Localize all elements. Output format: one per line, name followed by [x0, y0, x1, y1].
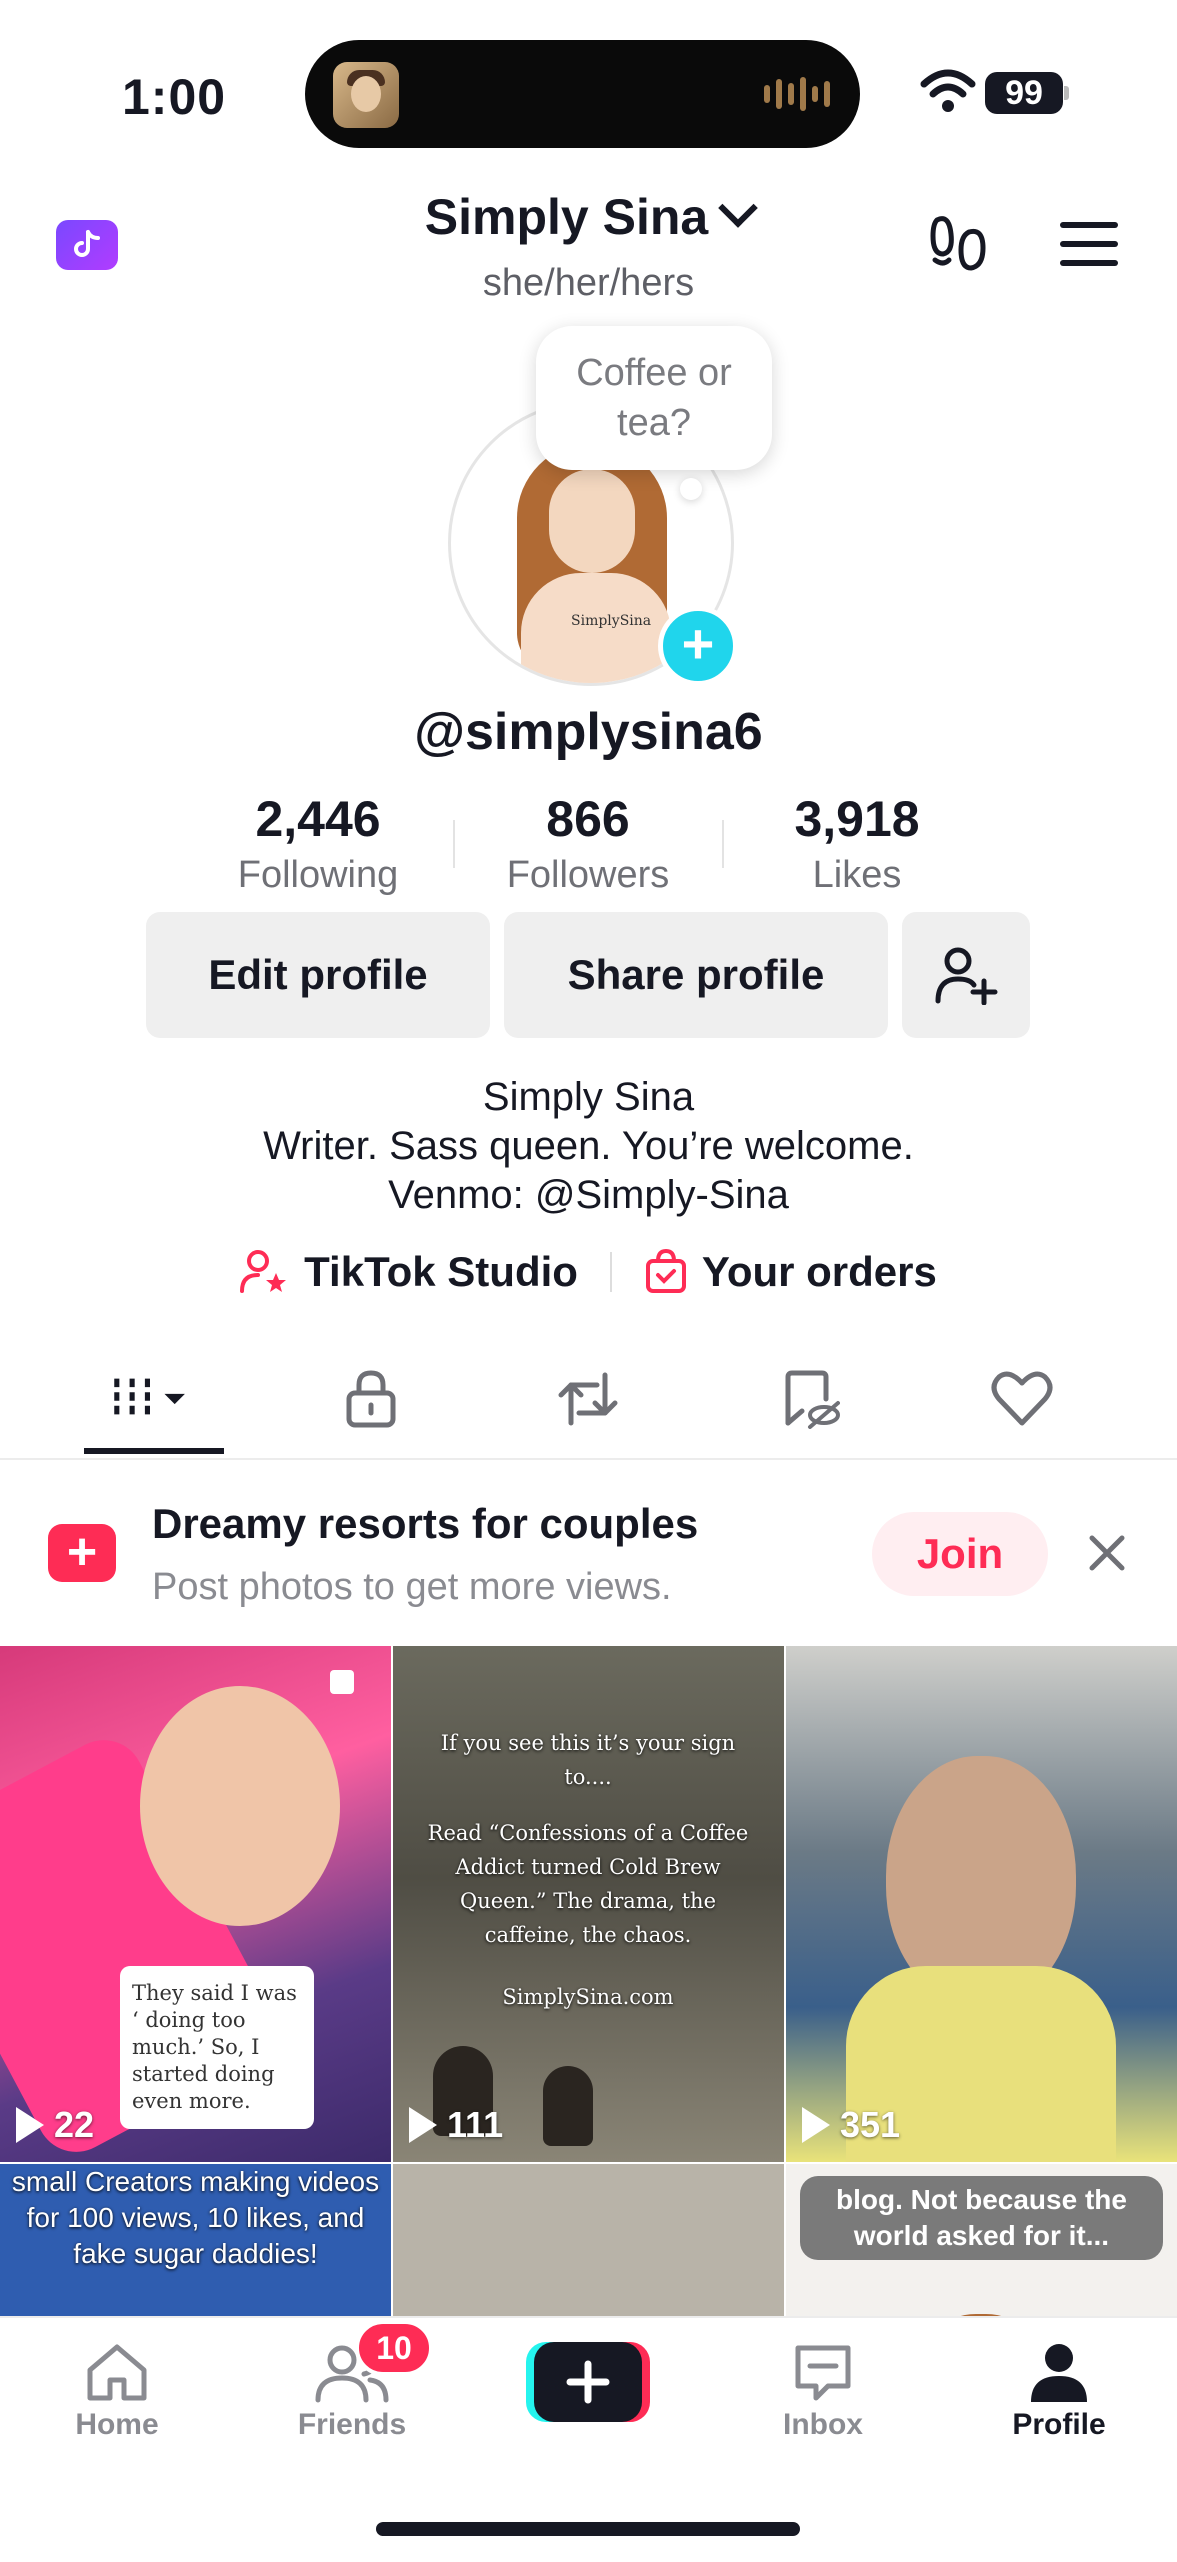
video-caption-site: SimplySina.com: [502, 1985, 674, 2009]
lock-icon: [346, 1370, 396, 1428]
post-plus-icon: +: [48, 1524, 116, 1582]
account-name: Simply Sina: [424, 189, 709, 245]
nav-friends-label: Friends: [297, 2408, 407, 2441]
tiktok-studio-label: TikTok Studio: [304, 1248, 578, 1295]
video-thumbnail[interactable]: They said I was ‘ doing too much.’ So, I…: [0, 1646, 391, 2162]
add-photo-plus-icon[interactable]: +: [658, 606, 738, 686]
video-caption-top: If you see this it’s your sign to....: [440, 1731, 736, 1789]
audio-waveform-icon: [764, 74, 830, 114]
view-count: 111: [409, 2104, 503, 2146]
tab-liked[interactable]: [982, 1364, 1062, 1434]
links-divider: [609, 1252, 612, 1292]
inbox-icon: [795, 2345, 851, 2401]
create-post-button[interactable]: [526, 2340, 650, 2424]
bio-line-description: Writer. Sass queen. You’re welcome.: [263, 1124, 914, 1168]
battery-indicator: 99: [985, 72, 1063, 114]
video-caption: small Creators making videos for 100 vie…: [11, 2166, 380, 2269]
profile-content-tabs: [0, 1348, 1177, 1460]
tab-videos[interactable]: [110, 1364, 190, 1434]
nav-home-label: Home: [75, 2408, 159, 2441]
views-value: 22: [54, 2104, 95, 2145]
video-caption: blog. Not because the world asked for it…: [800, 2176, 1163, 2260]
join-button[interactable]: Join: [872, 1512, 1048, 1596]
view-count: 351: [802, 2104, 900, 2146]
views-value: 351: [840, 2104, 901, 2145]
add-user-icon: [935, 947, 998, 1005]
tiktok-studio-link[interactable]: TikTok Studio: [240, 1248, 578, 1296]
account-switcher[interactable]: Simply Sina: [0, 188, 1177, 246]
stat-likes[interactable]: 3,918 Likes: [722, 790, 992, 897]
nav-inbox-label: Inbox: [783, 2408, 863, 2441]
now-playing-thumbnail: [333, 62, 399, 128]
shopping-bag-icon: [645, 1249, 686, 1293]
avatar-signature: SimplySina: [571, 613, 652, 629]
profile-links: TikTok Studio Your orders: [0, 1248, 1177, 1296]
views-value: 111: [447, 2104, 504, 2145]
footprints-icon[interactable]: [925, 210, 995, 280]
heart-icon: [991, 1371, 1053, 1426]
add-friends-button[interactable]: [902, 912, 1030, 1038]
profile-person-icon: [1031, 2344, 1087, 2402]
pronouns: she/her/hers: [482, 262, 695, 304]
nav-inbox[interactable]: Inbox: [743, 2338, 903, 2442]
chevron-down-icon: [718, 188, 759, 228]
likes-label: Likes: [812, 854, 902, 896]
play-icon: [409, 2107, 437, 2143]
dynamic-island[interactable]: [305, 40, 860, 148]
profile-handle: @simplysina6: [414, 703, 763, 761]
video-thumbnail[interactable]: If you see this it’s your sign to.... Re…: [393, 1646, 784, 2162]
share-profile-button[interactable]: Share profile: [504, 912, 888, 1038]
your-orders-link[interactable]: Your orders: [644, 1248, 937, 1296]
videos-grid-icon: [114, 1378, 185, 1420]
status-time: 1:00: [122, 69, 227, 125]
bubble-tail: [680, 478, 702, 500]
note-text: Coffee or tea?: [576, 352, 732, 444]
chess-piece: [543, 2066, 593, 2146]
following-label: Following: [237, 854, 399, 896]
nav-profile[interactable]: Profile: [979, 2338, 1139, 2442]
face: [140, 1686, 340, 1926]
video-thumbnail[interactable]: 351: [786, 1646, 1177, 2162]
tab-private[interactable]: [331, 1364, 411, 1434]
following-count: 2,446: [255, 791, 381, 847]
hamburger-menu-icon[interactable]: [1060, 222, 1118, 268]
followers-label: Followers: [506, 854, 670, 896]
followers-count: 866: [546, 791, 630, 847]
active-tab-indicator: [84, 1448, 224, 1454]
repost-icon: [558, 1372, 618, 1426]
promo-subtitle: Post photos to get more views.: [152, 1566, 672, 1608]
wifi-icon: [920, 69, 976, 112]
your-orders-label: Your orders: [701, 1248, 937, 1295]
bio-line-venmo: Venmo: @Simply-Sina: [388, 1173, 789, 1217]
play-icon: [16, 2107, 44, 2143]
video-caption: They said I was ‘ doing too much.’ So, I…: [120, 1966, 314, 2129]
home-icon: [87, 2344, 147, 2401]
tab-favorites[interactable]: [770, 1364, 850, 1434]
friends-notification-badge: 10: [355, 2320, 433, 2376]
play-icon: [802, 2107, 830, 2143]
nav-profile-label: Profile: [1012, 2408, 1106, 2441]
view-count: 22: [16, 2104, 94, 2146]
stat-following[interactable]: 2,446 Following: [183, 790, 453, 897]
creator-star-icon: [240, 1250, 287, 1293]
video-caption-mid: Read “Confessions of a Coffee Addict tur…: [427, 1821, 749, 1947]
close-icon[interactable]: [1082, 1526, 1132, 1580]
select-checkbox[interactable]: [330, 1670, 354, 1694]
home-indicator[interactable]: [376, 2522, 800, 2536]
stat-followers[interactable]: 866 Followers: [453, 790, 723, 897]
promo-title[interactable]: Dreamy resorts for couples: [152, 1500, 698, 1548]
bookmark-hidden-icon: [785, 1370, 840, 1429]
nav-home[interactable]: Home: [37, 2338, 197, 2442]
likes-count: 3,918: [794, 791, 920, 847]
battery-nub: [1064, 86, 1069, 100]
edit-profile-button[interactable]: Edit profile: [146, 912, 490, 1038]
bio-line-name: Simply Sina: [482, 1075, 695, 1119]
profile-note-bubble[interactable]: Coffee or tea?: [536, 326, 772, 470]
tab-reposts[interactable]: [548, 1364, 628, 1434]
